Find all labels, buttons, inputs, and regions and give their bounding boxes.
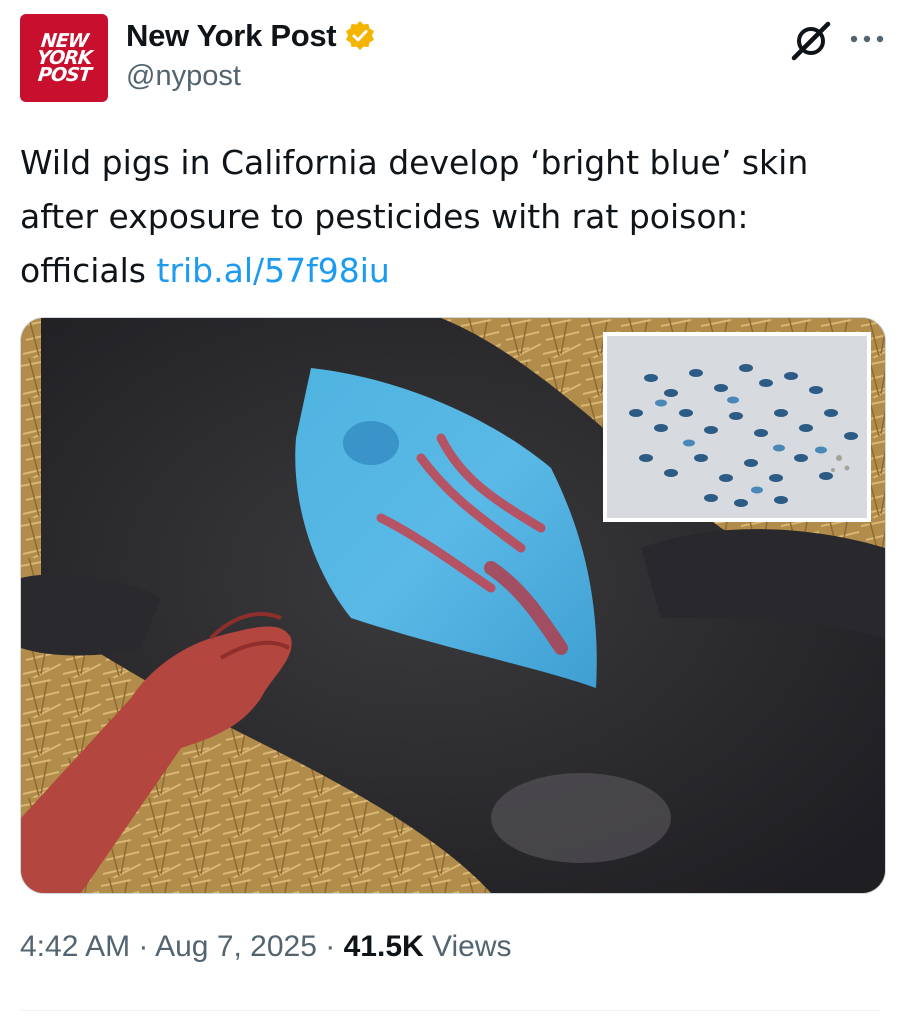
tweet-date[interactable]: Aug 7, 2025 — [155, 930, 317, 963]
wild-pig-blue-skin-photo — [21, 318, 885, 893]
more-horizontal-icon[interactable] — [848, 24, 886, 54]
divider — [20, 1010, 880, 1011]
views-label: Views — [432, 930, 512, 963]
meta-separator: · — [138, 930, 149, 963]
tweet-meta: 4:42 AM · Aug 7, 2025 · 41.5K Views — [20, 930, 512, 964]
tweet-media[interactable] — [20, 317, 886, 894]
tweet-header: NEW YORK POST New York Post @nypost — [20, 14, 886, 104]
tweet-link[interactable]: trib.al/57f98iu — [157, 251, 390, 290]
avatar[interactable]: NEW YORK POST — [20, 14, 108, 102]
author-block: New York Post @nypost — [126, 16, 376, 93]
display-name-row: New York Post — [126, 16, 376, 56]
tweet-time[interactable]: 4:42 AM — [20, 930, 130, 963]
verified-badge-icon[interactable] — [344, 20, 376, 52]
avatar-logo-line-3: POST — [36, 63, 92, 86]
tweet-body: Wild pigs in California develop ‘bright … — [20, 143, 809, 290]
author-handle[interactable]: @nypost — [126, 60, 376, 93]
tweet-text: Wild pigs in California develop ‘bright … — [20, 136, 880, 298]
display-name[interactable]: New York Post — [126, 18, 337, 54]
grok-icon[interactable] — [790, 20, 832, 62]
meta-separator-2: · — [325, 930, 336, 963]
views-count: 41.5K — [343, 930, 424, 963]
